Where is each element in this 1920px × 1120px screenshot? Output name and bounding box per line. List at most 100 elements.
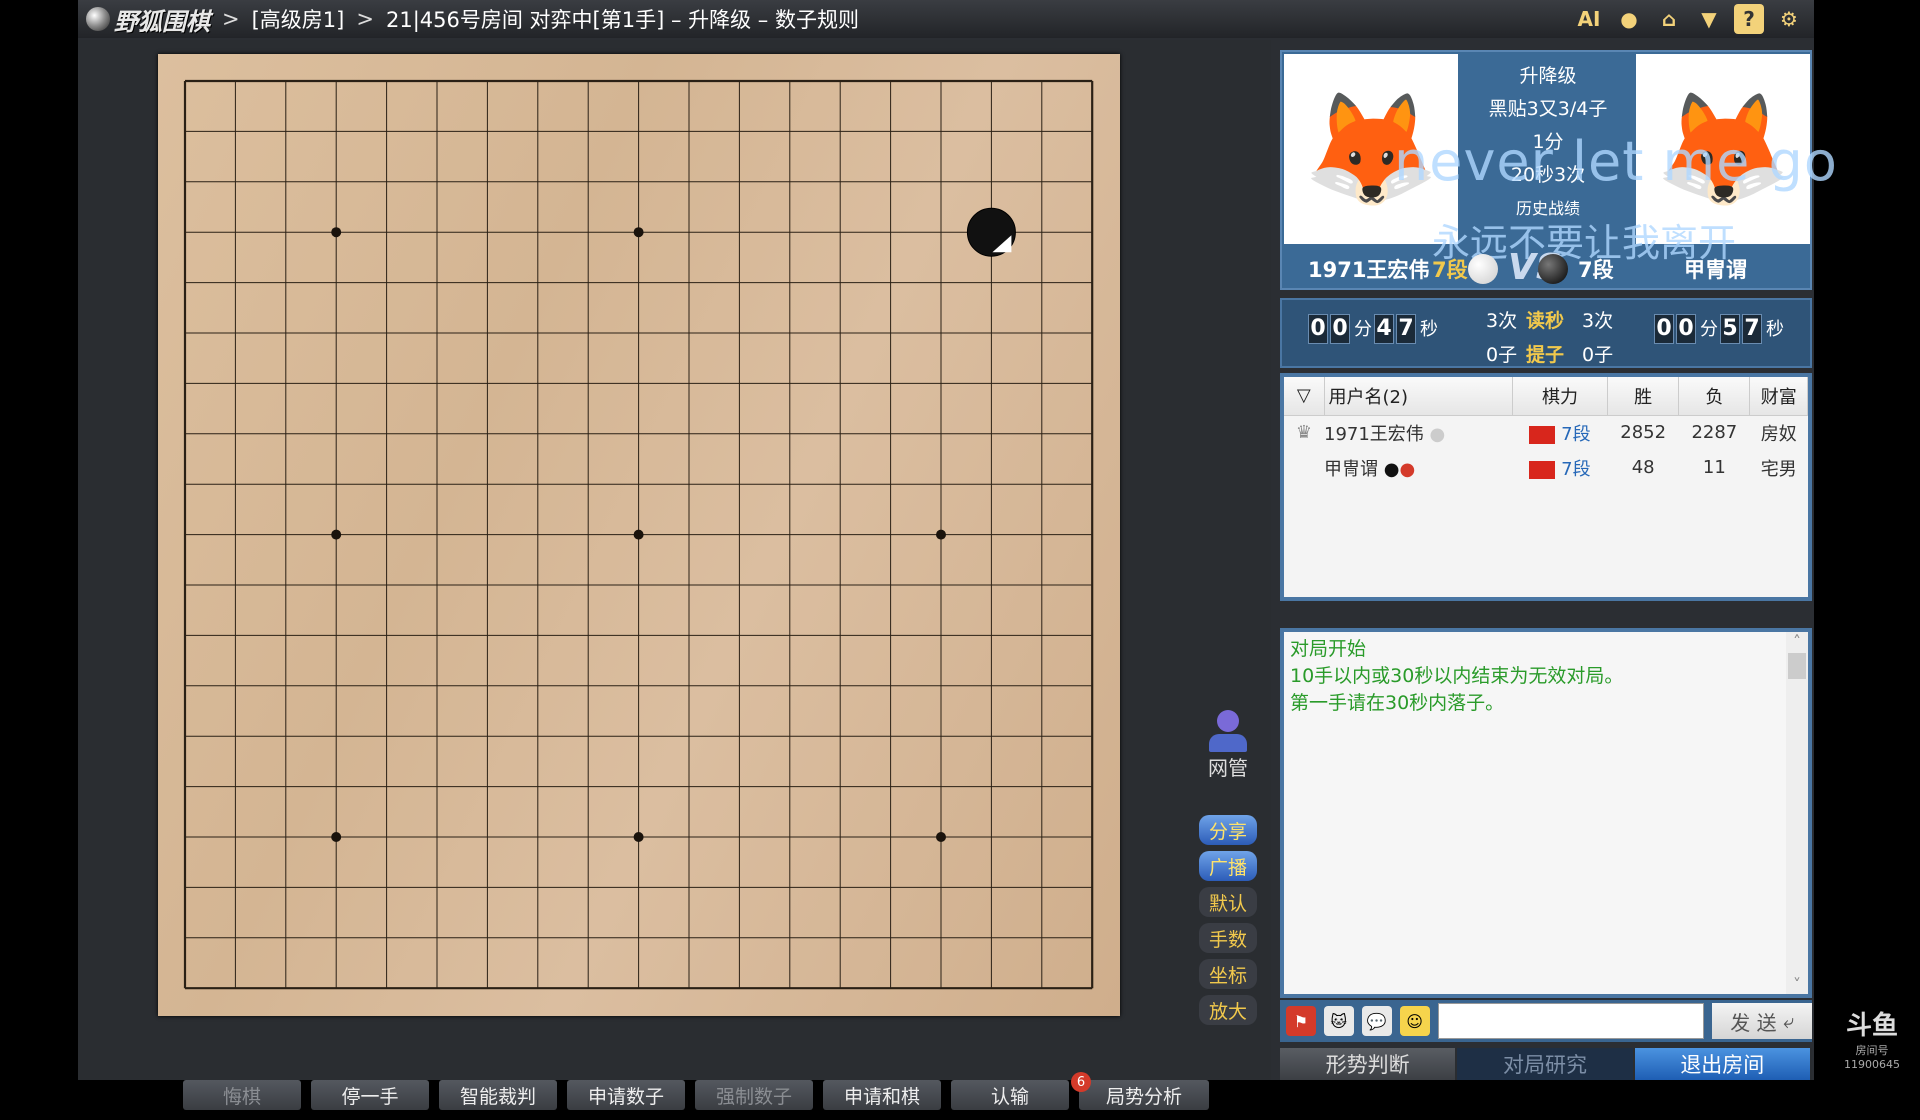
filter-icon[interactable]: ▽ <box>1284 377 1325 416</box>
analysis-badge: 6 <box>1071 1072 1091 1092</box>
white-player-name[interactable]: 1971王宏伟 <box>1308 254 1429 284</box>
force-count-button[interactable]: 强制数子 <box>695 1080 813 1110</box>
admin-label: 网管 <box>1208 756 1248 780</box>
shirt-icon[interactable]: ▼ <box>1694 4 1724 34</box>
send-label: 发 送 <box>1730 1010 1777 1035</box>
home-icon[interactable]: ⌂ <box>1654 4 1684 34</box>
star-point <box>633 832 644 842</box>
user-wealth: 宅男 <box>1760 458 1797 480</box>
byoyomi-label: 读秒 <box>1526 310 1565 332</box>
col-losses[interactable]: 负 <box>1678 377 1751 416</box>
default-button[interactable]: 默认 <box>1199 887 1257 917</box>
black-byoyomi: 3次 <box>1582 310 1614 332</box>
second-unit: 秒 <box>1420 319 1438 340</box>
user-name-text: 1971王宏伟 <box>1324 423 1424 445</box>
broadcast-button[interactable]: 广播 <box>1199 851 1257 881</box>
info-panel: 🦊 升降级 黑贴3又3/4子 1分 20秒3次 历史战绩 🦊 never let… <box>1278 48 1837 1080</box>
ai-icon[interactable]: AI <box>1574 4 1604 34</box>
fox-emoji-icon[interactable]: 🐱 <box>1323 1006 1354 1036</box>
col-rank[interactable]: 棋力 <box>1512 377 1609 416</box>
user-losses: 11 <box>1702 457 1726 478</box>
col-wealth[interactable]: 财富 <box>1749 377 1808 416</box>
action-bar: 悔棋 停一手 智能裁判 申请数子 强制数子 申请和棋 认输 6 局势分析 <box>78 1070 1271 1120</box>
white-stone-icon: ● <box>1429 423 1446 445</box>
scroll-up-icon[interactable]: ˄ <box>1786 632 1808 651</box>
zoom-button[interactable]: 放大 <box>1199 995 1257 1025</box>
coordinates-button[interactable]: 坐标 <box>1199 959 1257 989</box>
table-row[interactable]: 甲冑谓 ●● 7段 48 11 宅男 <box>1284 450 1808 485</box>
request-count-button[interactable]: 申请数子 <box>567 1080 685 1110</box>
chat-input[interactable] <box>1437 1003 1705 1039</box>
star-point <box>633 529 644 540</box>
clock-digit: 7 <box>1396 314 1416 344</box>
col-username[interactable]: 用户名(2) <box>1324 377 1513 416</box>
star-point <box>331 529 342 540</box>
app-name: 野狐围棋 <box>114 6 210 36</box>
speech-bubble-icon[interactable]: 💬 <box>1361 1006 1392 1036</box>
chat-line: 第一手请在30秒内落子。 <box>1290 692 1505 714</box>
user-wins: 48 <box>1631 457 1655 478</box>
white-byoyomi: 3次 <box>1486 310 1518 332</box>
user-list-header: ▽ 用户名(2) 棋力 胜 负 财富 <box>1284 377 1808 416</box>
request-draw-button[interactable]: 申请和棋 <box>823 1080 941 1110</box>
smart-judge-button[interactable]: 智能裁判 <box>439 1080 557 1110</box>
watermark-logo: 斗鱼 <box>1845 1011 1898 1041</box>
chat-line: 10手以内或30秒以内结束为无效对局。 <box>1290 665 1624 687</box>
breadcrumb-room[interactable]: [高级房1] <box>252 4 345 34</box>
chat-scrollbar[interactable]: ˄ ˅ <box>1786 632 1808 994</box>
app-window: 野狐围棋 > [高级房1] > 21|456号房间 对弈中[第1手] – 升降级… <box>78 0 1837 1110</box>
board-grid[interactable] <box>158 54 1120 1016</box>
move-number-button[interactable]: 手数 <box>1199 923 1257 953</box>
send-button[interactable]: 发 送 ⤶ <box>1712 1003 1812 1039</box>
user-name-text: 甲冑谓 <box>1324 458 1378 480</box>
match-type: 升降级 <box>1519 65 1577 87</box>
clock-digit: 7 <box>1742 314 1762 344</box>
app-logo[interactable]: 野狐围棋 <box>86 2 210 37</box>
help-icon[interactable]: ? <box>1734 4 1764 34</box>
black-stone-icon: ● <box>1383 458 1400 480</box>
scroll-thumb[interactable] <box>1788 653 1806 679</box>
clock-digit: 5 <box>1720 314 1740 344</box>
exit-room-button[interactable]: 退出房间 <box>1634 1048 1812 1080</box>
scroll-down-icon[interactable]: ˅ <box>1786 975 1808 994</box>
gear-icon[interactable]: ⚙ <box>1774 4 1804 34</box>
smiley-icon[interactable]: ☺ <box>1399 1006 1430 1036</box>
share-button[interactable]: 分享 <box>1199 815 1257 845</box>
clock-digit: 4 <box>1374 314 1394 344</box>
breadcrumb-game: 21|456号房间 对弈中[第1手] – 升降级 – 数子规则 <box>385 8 859 32</box>
star-point <box>331 832 342 842</box>
black-captures: 0子 <box>1582 344 1614 366</box>
captures-label: 提子 <box>1526 344 1565 366</box>
white-clock: 00分47秒 <box>1308 314 1440 344</box>
user-wealth: 房奴 <box>1760 423 1797 445</box>
clock-digit: 0 <box>1308 314 1328 344</box>
admin-button[interactable]: 网管 <box>1208 710 1248 781</box>
undo-button[interactable]: 悔棋 <box>183 1080 301 1110</box>
table-row[interactable]: ♛ 1971王宏伟 ● 7段 2852 2287 房奴 <box>1284 415 1808 450</box>
user-list: ▽ 用户名(2) 棋力 胜 负 财富 ♛ 1971王宏伟 ● 7段 2852 2… <box>1280 373 1812 601</box>
pass-button[interactable]: 停一手 <box>311 1080 429 1110</box>
tab-research[interactable]: 对局研究 <box>1457 1048 1635 1080</box>
chat-input-bar: ⚑ 🐱 💬 ☺ 发 送 ⤶ <box>1280 1000 1812 1042</box>
chevron-right-icon: > <box>356 7 374 31</box>
minute-unit: 分 <box>1354 319 1372 340</box>
stream-watermark: 斗鱼 房间号 11900645 <box>1842 1005 1902 1071</box>
star-point <box>936 529 946 540</box>
china-flag-icon <box>1529 460 1556 479</box>
star-point <box>633 227 644 238</box>
white-captures: 0子 <box>1486 344 1518 366</box>
overlay-caption-en: never let me go <box>1394 130 1838 193</box>
clock-digit: 0 <box>1676 314 1696 344</box>
col-wins[interactable]: 胜 <box>1607 377 1680 416</box>
black-player-name[interactable]: 甲冑谓 <box>1684 254 1747 284</box>
tab-judge[interactable]: 形势判断 <box>1280 1048 1458 1080</box>
analysis-button[interactable]: 6 局势分析 <box>1071 1072 1209 1110</box>
resign-button[interactable]: 认输 <box>951 1080 1069 1110</box>
user-name: 1971王宏伟 ● <box>1324 415 1512 450</box>
user-icon[interactable]: ● <box>1614 4 1644 34</box>
flag-emoji-icon[interactable]: ⚑ <box>1286 1006 1316 1036</box>
china-flag-icon <box>1529 425 1556 444</box>
players-card: 🦊 升降级 黑贴3又3/4子 1分 20秒3次 历史战绩 🦊 never let… <box>1280 50 1837 290</box>
komi: 黑贴3又3/4子 <box>1488 98 1608 120</box>
go-board[interactable] <box>158 54 1120 1016</box>
